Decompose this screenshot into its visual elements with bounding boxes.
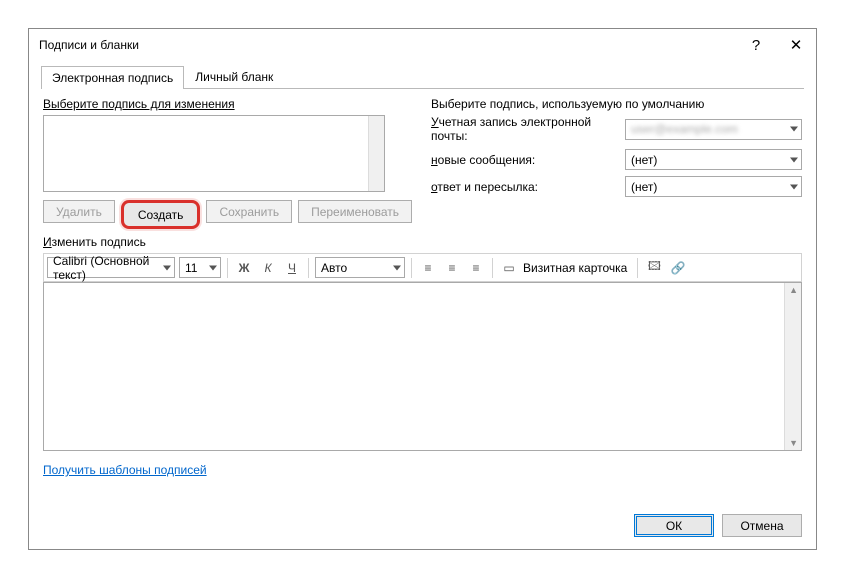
tab-stationery[interactable]: Личный бланк bbox=[184, 65, 284, 88]
rename-button: Переименовать bbox=[298, 200, 412, 223]
new-messages-label: новые сообщения: bbox=[431, 153, 619, 167]
edit-signature-label: Изменить подпись bbox=[43, 235, 802, 249]
insert-image-icon[interactable]: 🖾 bbox=[644, 258, 664, 278]
business-card-icon[interactable]: ▭ bbox=[499, 258, 519, 278]
new-messages-combo[interactable]: (нет) bbox=[625, 149, 802, 170]
dialog-footer: ОК Отмена bbox=[634, 514, 802, 537]
underline-button[interactable]: Ч bbox=[282, 258, 302, 278]
align-left-icon[interactable]: ≡ bbox=[418, 258, 438, 278]
font-combo[interactable]: Calibri (Основной текст) bbox=[47, 257, 175, 278]
bold-button[interactable]: Ж bbox=[234, 258, 254, 278]
insert-link-icon[interactable]: 🔗 bbox=[668, 258, 688, 278]
save-button: Сохранить bbox=[206, 200, 292, 223]
ok-button[interactable]: ОК bbox=[634, 514, 714, 537]
tab-signature[interactable]: Электронная подпись bbox=[41, 66, 184, 89]
account-combo[interactable]: user@example.com bbox=[625, 119, 802, 140]
editor-toolbar: Calibri (Основной текст) 11 Ж К Ч Авто ≡… bbox=[43, 253, 802, 282]
separator bbox=[637, 258, 638, 278]
cancel-button[interactable]: Отмена bbox=[722, 514, 802, 537]
reply-combo[interactable]: (нет) bbox=[625, 176, 802, 197]
account-label: Учетная запись электронной почты: bbox=[431, 115, 619, 143]
select-signature-label: Выберите подпись для изменения bbox=[43, 97, 413, 111]
signature-editor[interactable]: ▼ bbox=[43, 282, 802, 451]
align-center-icon[interactable]: ≡ bbox=[442, 258, 462, 278]
business-card-label[interactable]: Визитная карточка bbox=[523, 261, 627, 275]
font-size-combo[interactable]: 11 bbox=[179, 257, 221, 278]
reply-label: ответ и пересылка: bbox=[431, 180, 619, 194]
italic-button[interactable]: К bbox=[258, 258, 278, 278]
window-title: Подписи и бланки bbox=[39, 38, 736, 52]
align-right-icon[interactable]: ≡ bbox=[466, 258, 486, 278]
signatures-dialog: Подписи и бланки ? ✕ Электронная подпись… bbox=[28, 28, 817, 550]
default-signature-label: Выберите подпись, используемую по умолча… bbox=[431, 97, 802, 111]
delete-button: Удалить bbox=[43, 200, 115, 223]
close-button[interactable]: ✕ bbox=[776, 29, 816, 61]
titlebar: Подписи и бланки ? ✕ bbox=[29, 29, 816, 61]
separator bbox=[411, 258, 412, 278]
tab-strip: Электронная подпись Личный бланк bbox=[41, 65, 804, 89]
color-combo[interactable]: Авто bbox=[315, 257, 405, 278]
separator bbox=[227, 258, 228, 278]
signature-list[interactable] bbox=[43, 115, 385, 192]
content: Выберите подпись для изменения Удалить С… bbox=[29, 89, 816, 477]
separator bbox=[492, 258, 493, 278]
help-button[interactable]: ? bbox=[736, 29, 776, 61]
get-templates-link[interactable]: Получить шаблоны подписей bbox=[43, 463, 207, 477]
create-button[interactable]: Создать bbox=[121, 200, 201, 229]
separator bbox=[308, 258, 309, 278]
